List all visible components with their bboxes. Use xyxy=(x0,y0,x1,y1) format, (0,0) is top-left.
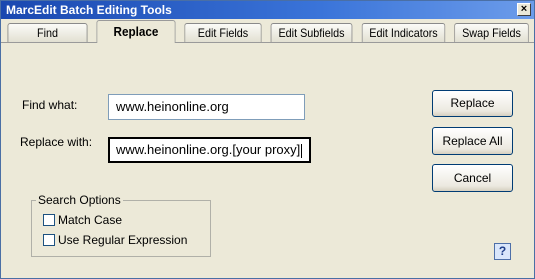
search-options-group xyxy=(31,200,211,257)
replace-panel: Find what: www.heinonline.org Replace wi… xyxy=(1,42,534,278)
tab-edit-fields[interactable]: Edit Fields xyxy=(184,23,262,42)
match-case-label[interactable]: Match Case xyxy=(58,213,122,227)
search-options-title: Search Options xyxy=(36,193,123,207)
tab-replace[interactable]: Replace xyxy=(96,20,176,43)
replace-with-input[interactable]: www.heinonline.org.[your proxy] xyxy=(108,137,311,163)
title-bar[interactable]: MarcEdit Batch Editing Tools × xyxy=(1,1,534,19)
find-what-input[interactable]: www.heinonline.org xyxy=(108,94,305,120)
use-regex-checkbox[interactable] xyxy=(43,234,55,246)
tab-edit-indicators[interactable]: Edit Indicators xyxy=(361,23,446,42)
find-what-label: Find what: xyxy=(22,98,78,112)
batch-editing-window: MarcEdit Batch Editing Tools × Find Repl… xyxy=(0,0,535,279)
text-cursor xyxy=(301,143,303,158)
tab-strip: Find Replace Edit Fields Edit Subfields … xyxy=(1,20,534,43)
find-what-value: www.heinonline.org xyxy=(116,99,229,114)
match-case-checkbox[interactable] xyxy=(43,214,55,226)
replace-with-label: Replace with: xyxy=(20,135,93,149)
help-icon[interactable]: ? xyxy=(494,243,511,260)
cancel-button[interactable]: Cancel xyxy=(432,164,513,192)
tab-find[interactable]: Find xyxy=(7,23,88,42)
tab-swap-fields[interactable]: Swap Fields xyxy=(454,23,529,42)
replace-all-button[interactable]: Replace All xyxy=(432,127,513,155)
window-title: MarcEdit Batch Editing Tools xyxy=(6,3,172,17)
tab-edit-subfields[interactable]: Edit Subfields xyxy=(270,23,353,42)
replace-button[interactable]: Replace xyxy=(432,90,513,117)
close-button[interactable]: × xyxy=(517,3,531,16)
use-regex-label[interactable]: Use Regular Expression xyxy=(58,233,187,247)
close-icon: × xyxy=(520,3,528,15)
replace-with-value: www.heinonline.org.[your proxy] xyxy=(116,142,301,157)
